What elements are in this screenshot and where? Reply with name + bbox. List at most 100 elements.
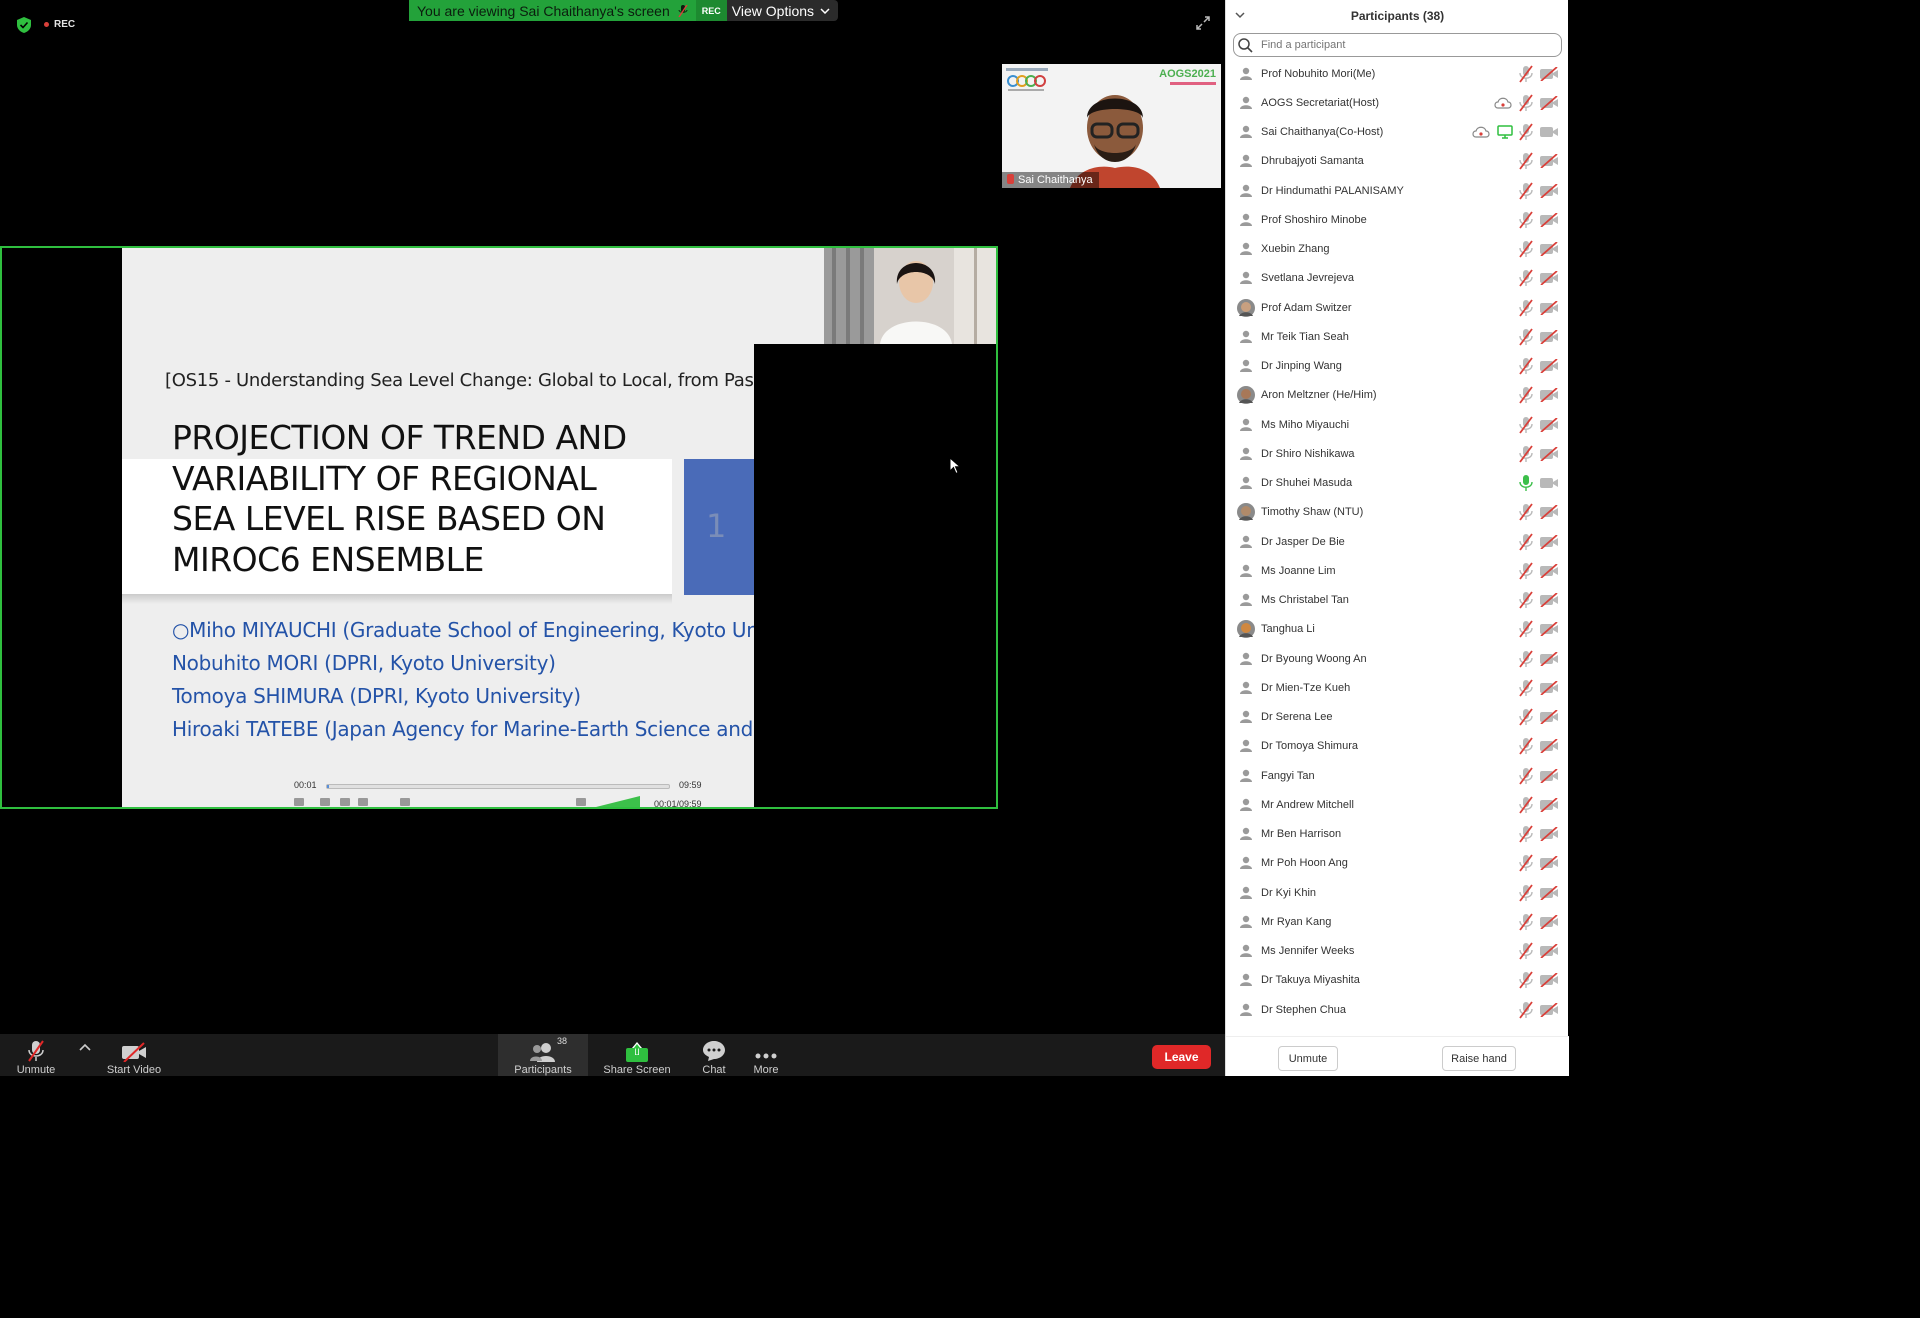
participant-list: Prof Nobuhito Mori(Me) AOGS Secretariat(H… bbox=[1226, 59, 1569, 1034]
participant-row[interactable]: Svetlana Jevrejeva bbox=[1226, 264, 1569, 293]
participant-row[interactable]: Dr Serena Lee bbox=[1226, 703, 1569, 732]
muted-mic-icon bbox=[1519, 445, 1533, 463]
avatar bbox=[1237, 181, 1255, 200]
participant-name: Svetlana Jevrejeva bbox=[1261, 272, 1354, 285]
participant-row[interactable]: Prof Shoshiro Minobe bbox=[1226, 205, 1569, 234]
participant-row[interactable]: Dr Hindumathi PALANISAMY bbox=[1226, 176, 1569, 205]
default-avatar-icon bbox=[1240, 272, 1252, 285]
video-off-icon bbox=[1540, 593, 1558, 608]
video-player-controls: 00:01 09:59 00:01/09:59 bbox=[292, 776, 712, 807]
participant-row[interactable]: Mr Ben Harrison bbox=[1226, 820, 1569, 849]
participants-count-badge: 38 bbox=[557, 1036, 568, 1046]
recording-dot-icon bbox=[44, 22, 49, 27]
participant-row[interactable]: Ms Jennifer Weeks bbox=[1226, 937, 1569, 966]
participant-status-icons bbox=[1519, 299, 1559, 317]
participant-row[interactable]: Aron Meltzner (He/Him) bbox=[1226, 381, 1569, 410]
avatar bbox=[1237, 912, 1255, 931]
aogs-logo-text: AOGS2021 bbox=[1159, 68, 1216, 80]
participant-status-icons bbox=[1519, 211, 1559, 229]
chat-button[interactable]: Chat bbox=[694, 1034, 734, 1076]
speaker-person-image bbox=[824, 248, 996, 344]
panel-footer: Unmute Raise hand bbox=[1226, 1036, 1569, 1076]
host-video-thumbnail[interactable]: AOGS2021 Sai Chaithanya bbox=[1002, 64, 1221, 188]
participant-row[interactable]: Dr Jasper De Bie bbox=[1226, 527, 1569, 556]
muted-mic-icon bbox=[1519, 65, 1533, 83]
start-video-button[interactable]: Start Video bbox=[104, 1034, 164, 1076]
participant-row[interactable]: Dr Shuhei Masuda bbox=[1226, 469, 1569, 498]
avatar bbox=[1237, 561, 1255, 580]
loop-icon[interactable] bbox=[576, 798, 586, 806]
participant-row[interactable]: Dhrubajyoti Samanta bbox=[1226, 147, 1569, 176]
video-off-icon bbox=[1540, 827, 1558, 842]
participant-name: Aron Meltzner (He/Him) bbox=[1261, 389, 1377, 402]
video-off-icon bbox=[1540, 856, 1558, 871]
participant-row[interactable]: Prof Adam Switzer bbox=[1226, 293, 1569, 322]
default-avatar-icon bbox=[1240, 798, 1252, 811]
fullscreen-icon[interactable] bbox=[1195, 15, 1211, 31]
default-avatar-icon bbox=[1240, 710, 1252, 724]
unmute-button[interactable]: Unmute bbox=[14, 1034, 58, 1076]
panel-title: Participants (38) bbox=[1350, 9, 1445, 23]
shared-screen[interactable]: [OS15 - Understanding Sea Level Change: … bbox=[0, 246, 998, 809]
participant-name: Prof Shoshiro Minobe bbox=[1261, 213, 1367, 226]
participant-row[interactable]: Ms Miho Miyauchi bbox=[1226, 410, 1569, 439]
video-off-icon bbox=[1540, 212, 1558, 227]
participant-name: Mr Andrew Mitchell bbox=[1261, 798, 1354, 811]
skip-back-icon[interactable] bbox=[320, 798, 330, 806]
participant-row[interactable]: Prof Nobuhito Mori(Me) bbox=[1226, 59, 1569, 88]
participant-row[interactable]: Ms Christabel Tan bbox=[1226, 586, 1569, 615]
view-options-label: View Options bbox=[731, 2, 815, 19]
share-screen-button[interactable]: Share Screen bbox=[600, 1034, 674, 1076]
skip-forward-icon[interactable] bbox=[358, 798, 368, 806]
video-off-icon bbox=[1540, 66, 1558, 81]
player-fullscreen-icon[interactable] bbox=[400, 798, 410, 806]
more-button[interactable]: More bbox=[746, 1034, 786, 1076]
muted-mic-icon bbox=[1519, 240, 1533, 258]
participant-row[interactable]: Mr Teik Tian Seah bbox=[1226, 322, 1569, 351]
search-input[interactable] bbox=[1233, 33, 1562, 57]
avatar bbox=[1237, 123, 1255, 142]
stop-icon[interactable] bbox=[340, 798, 350, 806]
participant-row[interactable]: Dr Stephen Chua bbox=[1226, 995, 1569, 1024]
participant-name: Dr Takuya Miyashita bbox=[1261, 974, 1360, 987]
participants-button[interactable]: Participants 38 bbox=[498, 1034, 588, 1076]
participant-row[interactable]: Tanghua Li bbox=[1226, 615, 1569, 644]
leave-button[interactable]: Leave bbox=[1152, 1045, 1211, 1069]
participant-row[interactable]: Mr Ryan Kang bbox=[1226, 907, 1569, 936]
participant-row[interactable]: Dr Tomoya Shimura bbox=[1226, 732, 1569, 761]
avatar bbox=[1237, 795, 1255, 814]
chevron-up-icon[interactable] bbox=[79, 1043, 91, 1051]
avatar bbox=[1237, 415, 1255, 434]
participant-status-icons bbox=[1519, 971, 1559, 989]
cloud-recording-icon bbox=[1472, 126, 1490, 138]
participant-row[interactable]: Sai Chaithanya(Co-Host) bbox=[1226, 118, 1569, 147]
default-avatar-icon bbox=[1240, 915, 1252, 928]
share-screen-icon bbox=[626, 1042, 648, 1062]
participant-row[interactable]: AOGS Secretariat(Host) bbox=[1226, 88, 1569, 117]
volume-slider-icon[interactable] bbox=[594, 796, 642, 807]
participant-row[interactable]: Dr Mien-Tze Kueh bbox=[1226, 673, 1569, 702]
panel-unmute-button[interactable]: Unmute bbox=[1278, 1046, 1338, 1071]
participant-row[interactable]: Dr Shiro Nishikawa bbox=[1226, 439, 1569, 468]
aogs-logo: AOGS2021 bbox=[1159, 68, 1216, 85]
participant-row[interactable]: Fangyi Tan bbox=[1226, 761, 1569, 790]
pause-icon[interactable] bbox=[294, 798, 304, 806]
participant-row[interactable]: Timothy Shaw (NTU) bbox=[1226, 498, 1569, 527]
encryption-shield-icon[interactable] bbox=[17, 17, 31, 33]
participant-row[interactable]: Dr Takuya Miyashita bbox=[1226, 966, 1569, 995]
participant-row[interactable]: Mr Poh Hoon Ang bbox=[1226, 849, 1569, 878]
slide-page-number: 1 bbox=[706, 507, 727, 545]
raise-hand-button[interactable]: Raise hand bbox=[1442, 1046, 1516, 1071]
player-seek-bar[interactable] bbox=[326, 784, 670, 789]
participant-name: Dr Stephen Chua bbox=[1261, 1003, 1346, 1016]
participant-row[interactable]: Mr Andrew Mitchell bbox=[1226, 790, 1569, 819]
participant-row[interactable]: Ms Joanne Lim bbox=[1226, 556, 1569, 585]
zoom-window: REC You are viewing Sai Chaithanya's scr… bbox=[0, 0, 1569, 1076]
participant-row[interactable]: Xuebin Zhang bbox=[1226, 235, 1569, 264]
default-avatar-icon bbox=[1240, 681, 1252, 694]
view-options-button[interactable]: View Options bbox=[726, 0, 839, 21]
participant-row[interactable]: Dr Jinping Wang bbox=[1226, 352, 1569, 381]
participant-row[interactable]: Dr Kyi Khin bbox=[1226, 878, 1569, 907]
participant-name: Mr Poh Hoon Ang bbox=[1261, 857, 1348, 870]
participant-row[interactable]: Dr Byoung Woong An bbox=[1226, 644, 1569, 673]
